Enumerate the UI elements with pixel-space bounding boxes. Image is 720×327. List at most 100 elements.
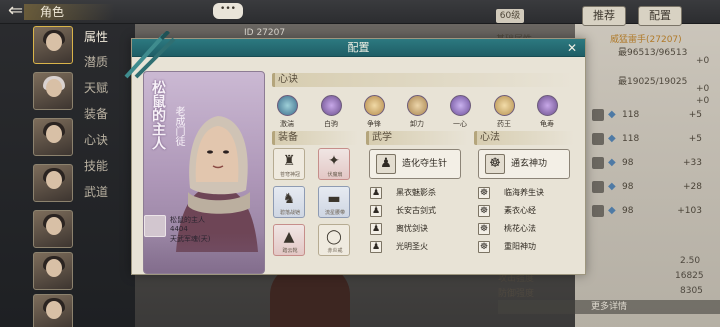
equip-slot-armor[interactable]: ♞ 碧落战铠 <box>273 186 305 218</box>
gem-icon: ◆ <box>608 205 616 216</box>
character-info-number: 4404 <box>170 225 188 233</box>
side-menu-item-attributes[interactable]: 属性 <box>84 28 124 46</box>
xinfa-skill-row[interactable]: ☸ 重阳神功 <box>478 241 578 255</box>
back-arrow-icon[interactable]: ⇐ <box>8 2 32 22</box>
xinjue-icon-yixin[interactable] <box>450 95 471 116</box>
xinjue-icon-guishou[interactable] <box>537 95 558 116</box>
side-menu-item-equipment[interactable]: 装备 <box>84 105 124 123</box>
portrait-slot-6[interactable] <box>33 252 73 290</box>
xinjue-icon-zhengfeng[interactable] <box>364 95 385 116</box>
attribute-icon <box>592 181 604 193</box>
wuxue-skill-row[interactable]: ♟ 长安古剑式 <box>370 205 470 219</box>
gem-icon: ◆ <box>608 133 616 144</box>
xinjue-icon-xieli[interactable] <box>407 95 428 116</box>
xinjue-section-bar <box>272 73 574 87</box>
belt-icon: ▬ <box>327 191 341 207</box>
stat-row: ◆ 98 +28 <box>592 180 712 194</box>
side-menu-item-potential[interactable]: 潜质 <box>84 53 124 71</box>
meditation-figure-icon: ☸ <box>478 205 490 217</box>
equip-slot-head[interactable]: ♜ 苍穹神冠 <box>273 148 305 180</box>
xinfa-skill-row[interactable]: ☸ 桃花心法 <box>478 223 578 237</box>
martial-figure-icon: ♟ <box>370 241 382 253</box>
stat-row: ◆ 98 +103 <box>592 204 712 218</box>
martial-figure-icon: ♟ <box>376 154 396 174</box>
xinjue-icon-baiju[interactable] <box>321 95 342 116</box>
xinfa-skill-row[interactable]: ☸ 临海养生诀 <box>478 187 578 201</box>
martial-figure-icon: ♟ <box>370 223 382 235</box>
portrait-slot-1[interactable] <box>33 26 73 64</box>
fan-icon: ✦ <box>328 153 340 169</box>
gem-icon: ◆ <box>608 181 616 192</box>
equip-slot-weapon[interactable]: ✦ 伏魔扇 <box>318 148 350 180</box>
equip-slot-belt[interactable]: ▬ 流星腰带 <box>318 186 350 218</box>
config-button[interactable]: 配置 <box>638 6 682 26</box>
attribute-icon <box>592 157 604 169</box>
martial-figure-icon: ♟ <box>370 205 382 217</box>
gem-icon: ◆ <box>608 157 616 168</box>
meditation-figure-icon: ☸ <box>478 223 490 235</box>
portrait-slot-4[interactable] <box>33 164 73 202</box>
close-icon[interactable]: ✕ <box>565 41 579 55</box>
xinjue-section-label: 心诀 <box>278 74 298 85</box>
ring-icon: ◯ <box>326 229 342 245</box>
stat-row: ◆ 118 +5 <box>592 132 712 146</box>
side-menu-item-talent[interactable]: 天赋 <box>84 79 124 97</box>
attribute-icon <box>592 109 604 121</box>
level-badge: 60级 <box>496 9 524 23</box>
mp-line: 最19025/19025 <box>618 77 688 87</box>
character-info-rank: 天武军魂(天) <box>170 235 211 243</box>
xinfa-skill-row[interactable]: ☸ 素衣心经 <box>478 205 578 219</box>
config-dialog: 配置 ✕ 松鼠的主人 老成门徒 松鼠的主人 4404 天武军魂(天) 心诀 激湍… <box>124 31 586 275</box>
armor-icon: ♞ <box>282 191 296 207</box>
equip-slot-boots[interactable]: ▲ 踏云靴 <box>273 224 305 256</box>
right-stats-panel <box>575 24 720 327</box>
wuxue-skill-row[interactable]: ♟ 离忧剑诀 <box>370 223 470 237</box>
xinfa-main-skill[interactable]: ☸ 通玄神功 <box>478 149 570 179</box>
xinfa-section-label: 心法 <box>480 132 500 143</box>
portrait-slot-5[interactable] <box>33 210 73 248</box>
portrait-slot-2[interactable] <box>33 72 73 110</box>
character-avatar <box>144 215 166 237</box>
wuxue-skill-row[interactable]: ♟ 光明圣火 <box>370 241 470 255</box>
xinjue-icon-yaowang[interactable] <box>494 95 515 116</box>
stat-row: ◆ 118 +5 <box>592 108 712 122</box>
xinjue-label: 激湍 <box>280 120 294 128</box>
side-menu-item-martial-way[interactable]: 武道 <box>84 183 124 201</box>
hp-bonus: +0 <box>696 56 710 66</box>
xinjue-label: 药王 <box>497 120 511 128</box>
attribute-icon <box>592 205 604 217</box>
attack-strength-value: 16825 <box>675 271 704 281</box>
equipment-section-label: 装备 <box>278 132 298 143</box>
equip-slot-ring[interactable]: ◯ 赤炎戒 <box>318 224 350 256</box>
xinjue-label: 白驹 <box>324 120 338 128</box>
xinjue-icon-jituan[interactable] <box>277 95 298 116</box>
side-menu-item-skills[interactable]: 技能 <box>84 157 124 175</box>
helmet-icon: ♜ <box>282 153 296 169</box>
wuxue-main-skill[interactable]: ♟ 造化夺生针 <box>369 149 461 179</box>
recommend-button[interactable]: 推荐 <box>582 6 626 26</box>
boots-icon: ▲ <box>283 229 295 245</box>
defense-strength-label: 防御强度 <box>498 289 535 299</box>
meditation-figure-icon: ☸ <box>478 241 490 253</box>
xinjue-label: 龟寿 <box>540 120 554 128</box>
owner-name: 威猛雷手(27207) <box>610 35 682 45</box>
wuxue-section-label: 武学 <box>372 132 392 143</box>
player-id: ID 27207 <box>244 28 286 38</box>
xinjue-label: 争锋 <box>367 120 381 128</box>
dialog-title: 配置 <box>347 41 370 54</box>
side-menu-item-xinjue[interactable]: 心诀 <box>84 131 124 149</box>
attribute-icon <box>592 133 604 145</box>
more-details-button[interactable]: 更多详情 <box>498 300 720 314</box>
chat-bubble[interactable]: ••• <box>213 3 243 19</box>
meditation-figure-icon: ☸ <box>478 187 490 199</box>
portrait-slot-3[interactable] <box>33 118 73 156</box>
wuxue-skill-row[interactable]: ♟ 黑衣魅影杀 <box>370 187 470 201</box>
character-name: 松鼠的主人 <box>150 80 166 150</box>
portrait-slot-7[interactable] <box>33 294 73 327</box>
stat-row: ◆ 98 +33 <box>592 156 712 170</box>
martial-figure-icon: ♟ <box>370 187 382 199</box>
gem-icon: ◆ <box>608 109 616 120</box>
mp-bonus: +0 <box>696 84 710 94</box>
extra-bonus: +0 <box>696 96 710 106</box>
character-info-name: 松鼠的主人 <box>170 216 205 224</box>
